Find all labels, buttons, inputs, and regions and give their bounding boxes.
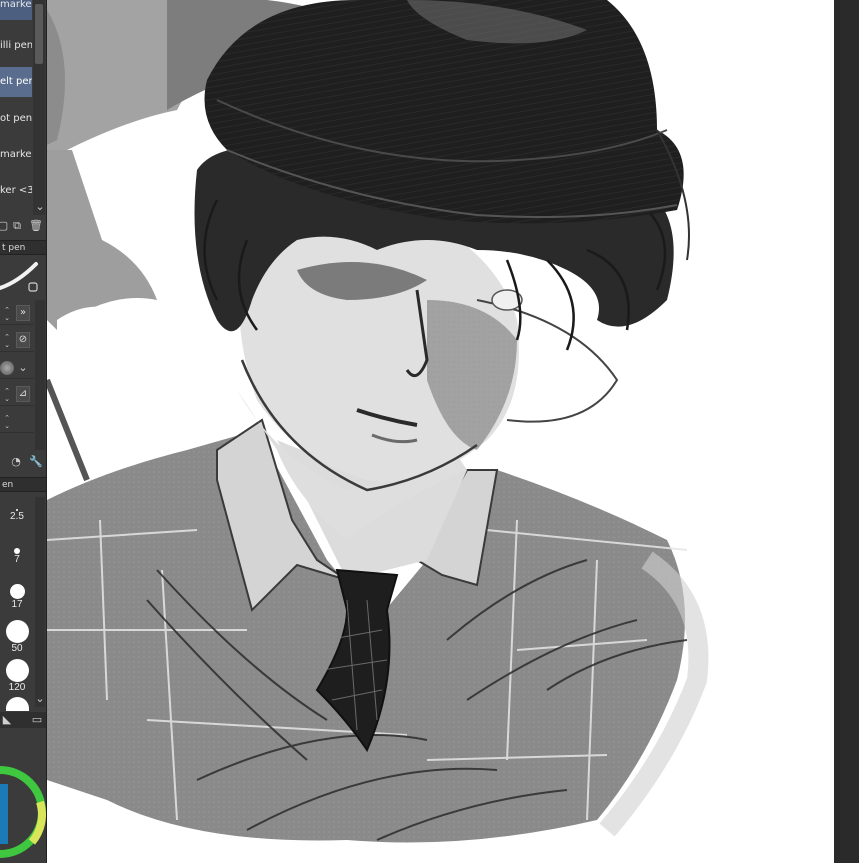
spinner-icon[interactable]: ⌃ ⌄ bbox=[2, 414, 12, 430]
prop-row-stabilization: ⌃ ⌄ ⊿ bbox=[0, 384, 34, 406]
pen-pressure-icon[interactable]: ⊿ bbox=[16, 386, 30, 402]
size-dot bbox=[5, 620, 29, 643]
wrench-icon[interactable]: 🔧 bbox=[29, 455, 43, 469]
subtool-label: marker bbox=[0, 0, 32, 10]
subtool-item-marker[interactable]: marker bbox=[0, 140, 32, 170]
right-panel-edge bbox=[834, 0, 859, 863]
size-label: 50 bbox=[11, 643, 23, 654]
brush-size-120[interactable]: 120 bbox=[0, 656, 34, 696]
tab-label: en bbox=[2, 480, 14, 490]
subtool-label: ker <3 bbox=[0, 185, 32, 196]
spinner-icon[interactable]: ⌃ ⌄ bbox=[2, 333, 12, 349]
subtool-scrollbar[interactable] bbox=[33, 0, 45, 215]
tab-label: t pen bbox=[2, 243, 26, 253]
size-dot bbox=[9, 584, 25, 599]
subtool-label: illi pen bbox=[0, 40, 32, 51]
size-label: 7 bbox=[14, 554, 20, 565]
size-label: 17 bbox=[11, 599, 23, 610]
brush-tip-icon[interactable] bbox=[0, 361, 14, 375]
drawing-canvas[interactable] bbox=[47, 0, 834, 863]
copy-subtool-icon[interactable]: ▢ bbox=[0, 219, 10, 233]
menu-icon[interactable]: ▭ bbox=[30, 713, 44, 727]
double-chevron-icon[interactable]: » bbox=[16, 305, 30, 321]
size-dot bbox=[5, 659, 29, 682]
brush-size-7[interactable]: 7 bbox=[0, 538, 34, 578]
size-label: 120 bbox=[8, 682, 26, 693]
trash-icon[interactable]: 🗑 bbox=[29, 219, 43, 233]
artwork bbox=[47, 0, 709, 843]
brush-size-50[interactable]: 50 bbox=[0, 617, 34, 657]
size-dot-partial bbox=[6, 697, 29, 711]
prop-row-opacity: ⌃ ⌄ ⊘ bbox=[0, 330, 34, 352]
subtool-label: elt pen bbox=[0, 76, 32, 87]
chevron-down-icon[interactable]: ⌄ bbox=[16, 361, 30, 375]
subtool-item-dot-pen[interactable]: ot pen bbox=[0, 104, 32, 134]
tab-tool-property[interactable]: t pen bbox=[0, 240, 46, 255]
prop-row-extra: ⌃ ⌄ bbox=[0, 411, 34, 433]
subtool-item-custom-marker[interactable]: ker <3 bbox=[0, 176, 32, 206]
brush-size-2.5[interactable]: 2.5 bbox=[0, 497, 34, 537]
brush-stroke-preview bbox=[0, 262, 38, 292]
settings-icon[interactable]: ◣ bbox=[0, 713, 14, 727]
size-palette-footer: ◣ ▭ bbox=[0, 712, 46, 728]
size-label: 2.5 bbox=[10, 511, 24, 522]
spinner-icon[interactable]: ⌃ ⌄ bbox=[2, 387, 12, 403]
lock-icon bbox=[28, 282, 38, 292]
chevron-down-icon[interactable]: ⌄ bbox=[33, 692, 46, 706]
duplicate-subtool-icon[interactable]: ⧉ bbox=[10, 219, 24, 233]
brush-size-scrollbar[interactable] bbox=[35, 497, 45, 707]
subtool-label: marker bbox=[0, 149, 32, 160]
spinner-icon[interactable]: ⌃ ⌄ bbox=[2, 306, 12, 322]
color-wheel[interactable] bbox=[0, 752, 47, 863]
prop-row-size: ⌃ ⌄ » bbox=[0, 303, 34, 325]
chevron-down-icon[interactable]: ⌄ bbox=[33, 200, 46, 214]
property-scrollbar[interactable] bbox=[35, 300, 45, 450]
subtool-label: ot pen bbox=[0, 113, 32, 124]
scroll-thumb[interactable] bbox=[35, 4, 43, 64]
tool-panel: marker illi pen elt pen ot pen marker ke… bbox=[0, 0, 47, 863]
subtool-item-felt-pen[interactable]: elt pen bbox=[0, 67, 32, 97]
subtool-item-milli-pen[interactable]: illi pen bbox=[0, 31, 32, 61]
brush-size-17[interactable]: 17 bbox=[0, 578, 34, 618]
prop-row-brush-shape: ⌄ bbox=[0, 357, 34, 379]
tab-brush-size[interactable]: en bbox=[0, 477, 46, 492]
subtool-item-marker-top[interactable]: marker bbox=[0, 0, 32, 20]
no-pressure-icon[interactable]: ⊘ bbox=[16, 332, 30, 348]
dial-icon[interactable]: ◔ bbox=[9, 455, 23, 469]
